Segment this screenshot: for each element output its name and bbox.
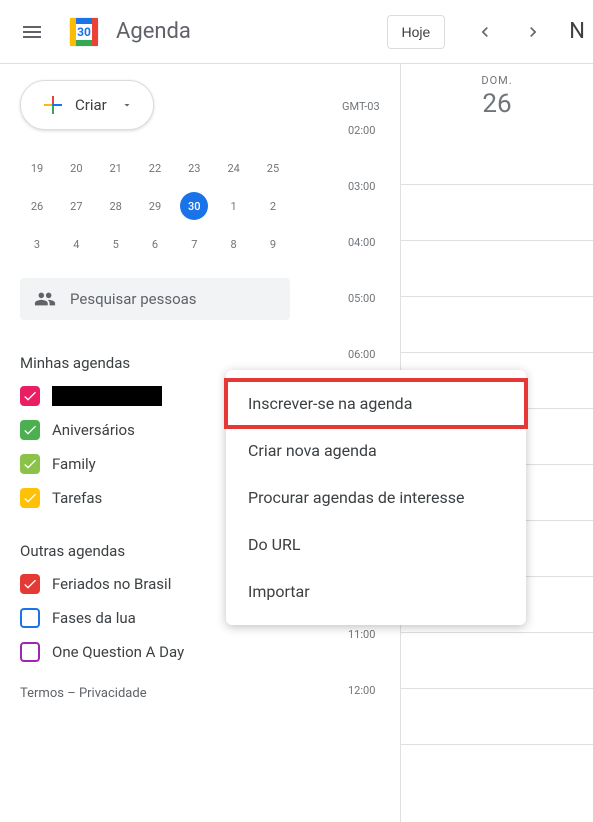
mini-cal-day[interactable]: 21 [99, 154, 133, 182]
search-placeholder: Pesquisar pessoas [70, 290, 197, 308]
calendar-label: Aniversários [52, 421, 135, 439]
day-number: 26 [401, 89, 593, 119]
mini-cal-day[interactable]: 30 [180, 192, 208, 220]
hour-row[interactable] [401, 184, 593, 240]
plus-icon [41, 93, 65, 117]
svg-text:30: 30 [77, 25, 91, 39]
checkbox-icon [20, 608, 40, 628]
app-title: Agenda [116, 19, 191, 44]
mini-cal-day[interactable]: 6 [138, 230, 172, 258]
mini-cal-day[interactable]: 8 [217, 230, 251, 258]
menu-item[interactable]: Criar nova agenda [226, 427, 526, 474]
checkbox-icon [20, 488, 40, 508]
calendar-label-redacted [52, 386, 162, 406]
hour-label: 12:00 [348, 684, 375, 697]
menu-item[interactable]: Do URL [226, 521, 526, 568]
mini-cal-day[interactable]: 28 [99, 192, 133, 220]
timezone-label: GMT-03 [342, 100, 380, 113]
checkbox-icon [20, 642, 40, 662]
mini-cal-day[interactable]: 25 [256, 154, 290, 182]
create-button[interactable]: Criar [20, 80, 154, 130]
mini-cal-day[interactable]: 4 [59, 230, 93, 258]
menu-item[interactable]: Inscrever-se na agenda [226, 380, 526, 427]
main-menu-button[interactable] [8, 8, 56, 56]
prev-button[interactable] [469, 16, 501, 48]
calendar-item[interactable]: One Question A Day [20, 642, 320, 662]
hamburger-icon [20, 20, 44, 44]
mini-cal-day[interactable]: 1 [217, 192, 251, 220]
calendar-label: One Question A Day [52, 643, 184, 661]
mini-calendar: 192021222324252627282930123456789 [20, 154, 320, 258]
mini-cal-day[interactable]: 22 [138, 154, 172, 182]
hour-row[interactable] [401, 296, 593, 352]
hour-row[interactable] [401, 240, 593, 296]
checkbox-icon [20, 454, 40, 474]
chevron-left-icon [475, 22, 495, 42]
add-calendar-menu: Inscrever-se na agendaCriar nova agendaP… [226, 370, 526, 625]
mini-cal-day[interactable]: 23 [177, 154, 211, 182]
header-month-label: N [569, 19, 585, 44]
search-people-input[interactable]: Pesquisar pessoas [20, 278, 290, 320]
menu-item[interactable]: Importar [226, 568, 526, 615]
calendar-logo-icon: 30 [66, 14, 102, 50]
app-logo: 30 [64, 12, 104, 52]
terms-link[interactable]: Termos [20, 686, 64, 701]
mini-cal-day[interactable]: 2 [256, 192, 290, 220]
mini-cal-day[interactable]: 3 [20, 230, 54, 258]
hour-label: 11:00 [348, 628, 375, 641]
hour-label: 04:00 [348, 236, 375, 249]
checkbox-icon [20, 574, 40, 594]
mini-cal-day[interactable]: 29 [138, 192, 172, 220]
hour-label: 02:00 [348, 124, 375, 137]
mini-cal-day[interactable]: 26 [20, 192, 54, 220]
footer-links: Termos – Privacidade [20, 686, 320, 701]
checkbox-icon [20, 386, 40, 406]
calendar-label: Fases da lua [52, 609, 136, 627]
hour-label: 05:00 [348, 292, 375, 305]
app-header: 30 Agenda Hoje N [0, 0, 593, 64]
dropdown-icon [121, 99, 133, 111]
menu-item[interactable]: Procurar agendas de interesse [226, 474, 526, 521]
mini-cal-day[interactable]: 27 [59, 192, 93, 220]
calendar-label: Family [52, 455, 96, 473]
privacy-link[interactable]: Privacidade [79, 686, 147, 701]
mini-cal-day[interactable]: 9 [256, 230, 290, 258]
create-label: Criar [75, 96, 107, 114]
mini-cal-day[interactable]: 5 [99, 230, 133, 258]
chevron-right-icon [523, 22, 543, 42]
mini-cal-day[interactable]: 7 [177, 230, 211, 258]
next-button[interactable] [517, 16, 549, 48]
checkbox-icon [20, 420, 40, 440]
calendar-label: Tarefas [52, 489, 102, 507]
calendar-label: Feriados no Brasil [52, 575, 171, 593]
mini-cal-day[interactable]: 24 [217, 154, 251, 182]
day-name: DOM. [401, 74, 593, 87]
day-header: DOM. 26 [401, 64, 593, 119]
hour-row[interactable] [401, 744, 593, 800]
nav-arrows [469, 16, 549, 48]
hour-label: 06:00 [348, 348, 375, 361]
mini-cal-day[interactable]: 19 [20, 154, 54, 182]
mini-cal-day[interactable]: 20 [59, 154, 93, 182]
hour-label: 03:00 [348, 180, 375, 193]
hour-row[interactable] [401, 688, 593, 744]
people-icon [34, 288, 56, 310]
hour-row[interactable] [401, 632, 593, 688]
